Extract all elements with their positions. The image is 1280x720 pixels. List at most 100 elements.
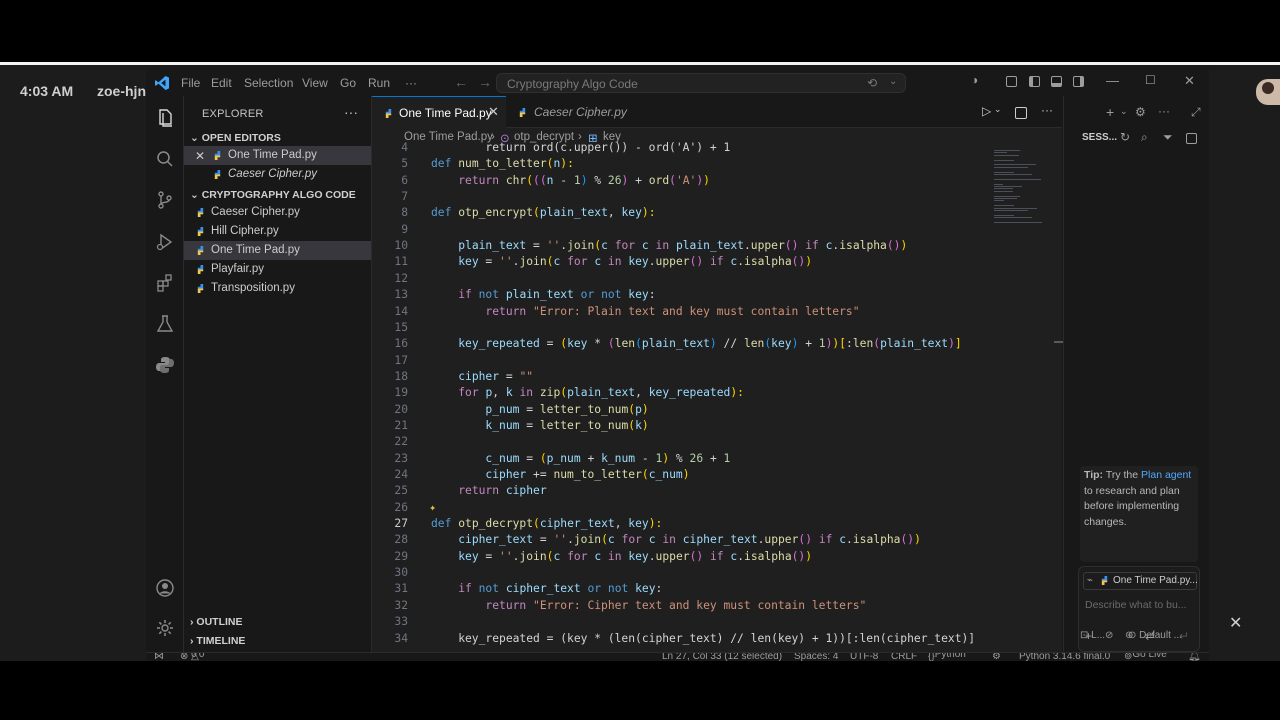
close-tab-icon[interactable]: ✕ xyxy=(488,104,499,120)
settings-gear-icon[interactable] xyxy=(155,618,175,638)
problems-indicator[interactable]: ⊗ 0 △ 0 xyxy=(180,653,204,661)
minimize-icon[interactable]: — xyxy=(1106,73,1119,88)
open-editor-item[interactable]: ✕ One Time Pad.py xyxy=(184,146,371,165)
command-center[interactable]: Cryptography Algo Code ⟲ ⌄ xyxy=(496,73,906,93)
account-icon[interactable] xyxy=(155,578,175,598)
toggle-primary-sidebar-icon[interactable] xyxy=(1029,76,1040,87)
toggle-panel-icon[interactable] xyxy=(1051,76,1062,87)
menu-edit[interactable]: Edit xyxy=(211,76,232,90)
menu-go[interactable]: Go xyxy=(340,76,356,90)
code-line[interactable]: p_num = letter_to_num(p) xyxy=(431,403,648,416)
code-line[interactable]: if not plain_text or not key: xyxy=(431,288,655,301)
file-item[interactable]: Hill Cipher.py xyxy=(184,222,371,241)
code-line[interactable]: return ord(c.upper()) - ord('A') + 1 xyxy=(431,141,730,154)
testing-flask-icon[interactable] xyxy=(155,314,175,334)
code-line[interactable]: return chr(((n - 1) % 26) + ord('A')) xyxy=(431,174,710,187)
indentation[interactable]: Spaces: 4 xyxy=(794,653,838,661)
code-line[interactable]: k_num = letter_to_num(k) xyxy=(431,419,648,432)
refresh-icon[interactable]: ↻ xyxy=(1120,130,1130,144)
close-icon[interactable]: ✕ xyxy=(195,149,205,163)
chat-more-actions-icon[interactable]: ··· xyxy=(1158,104,1170,118)
timeline-section[interactable]: › TIMELINE xyxy=(190,635,245,647)
new-chat-plus-icon[interactable]: + xyxy=(1106,104,1114,120)
copilot-icon[interactable]: ◑ xyxy=(971,73,978,87)
forward-arrow-icon[interactable]: → xyxy=(478,74,492,90)
remote-indicator-icon[interactable]: ⋈ xyxy=(154,653,164,661)
menu-more[interactable]: ··· xyxy=(405,76,417,90)
open-editors-section[interactable]: ⌄ OPEN EDITORS xyxy=(190,132,281,144)
code-editor[interactable]: 4 return ord(c.upper()) - ord('A') + 1 5 d… xyxy=(372,141,1062,661)
chevron-down-icon[interactable]: ⌄ xyxy=(889,76,897,87)
tab-one-time-pad[interactable]: One Time Pad.py ✕ xyxy=(372,96,506,128)
code-line[interactable]: plain_text = ''.join(c for c in plain_te… xyxy=(431,239,907,252)
file-item[interactable]: Playfair.py xyxy=(184,260,371,279)
tab-caeser-cipher[interactable]: Caeser Cipher.py xyxy=(506,96,627,128)
user-avatar[interactable] xyxy=(1256,79,1280,105)
back-arrow-icon[interactable]: ← xyxy=(454,74,468,90)
encoding[interactable]: UTF-8 xyxy=(850,653,878,661)
filter-icon[interactable]: ⏷ xyxy=(1163,130,1173,145)
language-mode[interactable]: {} Python xyxy=(928,653,966,661)
notifications-bell-icon[interactable]: 🔔︎ xyxy=(1188,653,1201,661)
code-line[interactable]: key = ''.join(c for c in key.upper() if … xyxy=(431,550,812,563)
run-python-file-icon[interactable]: ▷ xyxy=(982,104,991,118)
extensions-icon[interactable] xyxy=(155,273,175,293)
file-item[interactable]: Transposition.py xyxy=(184,279,371,298)
code-line[interactable]: for p, k in zip(plain_text, key_repeated… xyxy=(431,386,744,399)
code-line[interactable]: def otp_decrypt(cipher_text, key): xyxy=(431,517,662,530)
code-line[interactable]: cipher = "" xyxy=(431,370,533,383)
code-line[interactable]: return "Error: Cipher text and key must … xyxy=(431,599,866,612)
wrench-icon[interactable]: ✕ xyxy=(1229,613,1249,633)
toggle-secondary-sidebar-icon[interactable] xyxy=(1073,76,1084,87)
code-line[interactable]: cipher += num_to_letter(c_num) xyxy=(431,468,689,481)
file-item[interactable]: Caeser Cipher.py xyxy=(184,203,371,222)
explorer-more-actions[interactable]: ··· xyxy=(344,104,358,120)
run-options-chevron-icon[interactable]: ⌄ xyxy=(994,104,1002,115)
chevron-down-icon[interactable]: ⌄ xyxy=(1120,106,1128,117)
chat-toggle-icon[interactable]: ⟲ xyxy=(867,76,877,90)
plan-agent-link[interactable]: Plan agent xyxy=(1141,469,1191,481)
code-line[interactable]: return cipher xyxy=(431,484,546,497)
python-interpreter[interactable]: Python 3.14.6 final.0 xyxy=(1019,653,1110,661)
source-control-icon[interactable] xyxy=(155,190,175,210)
code-line[interactable]: if not cipher_text or not key: xyxy=(431,582,662,595)
layout-customize-icon[interactable] xyxy=(1006,76,1017,87)
maximize-panel-icon[interactable]: ⤢ xyxy=(1191,105,1201,120)
menu-view[interactable]: View xyxy=(302,76,328,90)
code-line[interactable]: key = ''.join(c for c in key.upper() if … xyxy=(431,255,812,268)
python-icon[interactable] xyxy=(155,355,175,375)
search-icon[interactable]: ⌕ xyxy=(1141,130,1148,145)
run-debug-icon[interactable] xyxy=(155,232,175,252)
code-line[interactable]: c_num = (p_num + k_num - 1) % 26 + 1 xyxy=(431,452,730,465)
code-line[interactable]: key_repeated = (key * (len(cipher_text) … xyxy=(431,632,975,645)
line-ending[interactable]: CRLF xyxy=(891,653,917,661)
split-editor-icon[interactable] xyxy=(1015,107,1027,119)
code-line[interactable]: cipher_text = ''.join(c for c in cipher_… xyxy=(431,533,921,546)
toggle-sessions-layout-icon[interactable] xyxy=(1186,133,1197,144)
menu-selection[interactable]: Selection xyxy=(244,76,293,90)
menu-file[interactable]: File xyxy=(181,76,200,90)
chat-mode-picker[interactable]: ⊡ L... xyxy=(1080,630,1105,641)
lightbulb-sparkle-icon[interactable]: ✦ xyxy=(424,501,436,514)
open-editor-item[interactable]: Caeser Cipher.py xyxy=(184,165,371,184)
go-live[interactable]: ⊚ Go Live xyxy=(1124,653,1167,661)
explorer-files-icon[interactable] xyxy=(155,108,175,128)
editor-more-actions-icon[interactable]: ··· xyxy=(1041,103,1053,117)
maximize-icon[interactable]: ☐ xyxy=(1145,73,1156,87)
code-line[interactable]: def otp_encrypt(plain_text, key): xyxy=(431,206,656,219)
minimap[interactable] xyxy=(992,148,1052,238)
folder-section[interactable]: ⌄ CRYPTOGRAPHY ALGO CODE xyxy=(190,189,356,201)
code-line[interactable]: key_repeated = (key * (len(plain_text) /… xyxy=(431,337,962,350)
gear-icon[interactable]: ⚙ xyxy=(1135,105,1146,119)
tools-icon[interactable]: ⊘ xyxy=(1105,630,1113,641)
cursor-position[interactable]: Ln 27, Col 33 (12 selected) xyxy=(662,653,782,661)
code-line[interactable]: return "Error: Plain text and key must c… xyxy=(431,305,859,318)
outline-section[interactable]: › OUTLINE xyxy=(190,616,243,628)
search-icon[interactable] xyxy=(155,149,175,169)
file-item[interactable]: One Time Pad.py xyxy=(184,241,371,260)
menu-run[interactable]: Run xyxy=(368,76,390,90)
close-window-icon[interactable]: ✕ xyxy=(1184,73,1195,89)
context-attachment-chip[interactable]: ⌁ One Time Pad.py... xyxy=(1083,572,1198,590)
model-picker[interactable]: ⊙ Default ... xyxy=(1128,630,1182,641)
code-line[interactable]: def num_to_letter(n): xyxy=(431,157,574,170)
